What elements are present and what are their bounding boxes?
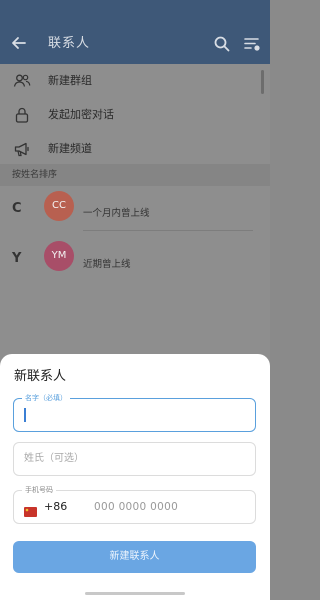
menu-item-new-group[interactable]: 新建群组 [0,64,270,98]
contact-status: 一个月内曾上线 [83,208,150,219]
avatar[interactable]: CC [44,191,74,221]
megaphone-icon [12,139,32,159]
contact-status: 近期曾上线 [83,259,131,270]
china-flag-icon[interactable] [24,502,37,517]
app-bar: 联系人 [0,24,270,64]
lock-icon [12,105,32,125]
home-indicator [85,592,185,595]
arrow-left-icon[interactable] [8,32,30,54]
group-icon [12,71,32,91]
divider [83,230,253,231]
section-header: 按姓名排序 [0,164,270,186]
phone-field[interactable]: 手机号码 +86 000 0000 0000 [13,485,256,524]
phone-label: 手机号码 [22,485,56,495]
first-name-label: 名字（必填） [22,393,70,403]
menu-item-label: 发起加密对话 [48,108,114,121]
page-title: 联系人 [48,36,91,51]
last-name-field[interactable]: 姓氏（可选） [13,442,256,476]
menu-item-label: 新建群组 [48,74,92,87]
last-name-placeholder: 姓氏（可选） [24,453,84,464]
search-icon[interactable] [211,33,233,55]
phone-placeholder: 000 0000 0000 [94,501,179,513]
section-header-label: 按姓名排序 [12,170,58,180]
scrollbar[interactable] [261,70,264,94]
avatar[interactable]: YM [44,241,74,271]
sort-icon[interactable] [241,33,263,55]
index-letter: C [12,201,22,216]
text-cursor [24,408,26,422]
menu-item-new-channel[interactable]: 新建频道 [0,132,270,166]
sheet-title: 新联系人 [14,369,67,384]
create-contact-button[interactable]: 新建联系人 [13,541,256,573]
first-name-field[interactable]: 名字（必填） [13,393,256,432]
new-contact-sheet: 新联系人 名字（必填） 姓氏（可选） 手机号码 +86 000 0000 000… [0,354,270,600]
menu-item-label: 新建频道 [48,142,92,155]
index-letter: Y [12,251,22,266]
menu-item-secret-chat[interactable]: 发起加密对话 [0,98,270,132]
status-bar [0,0,270,24]
country-code[interactable]: +86 [44,500,67,514]
